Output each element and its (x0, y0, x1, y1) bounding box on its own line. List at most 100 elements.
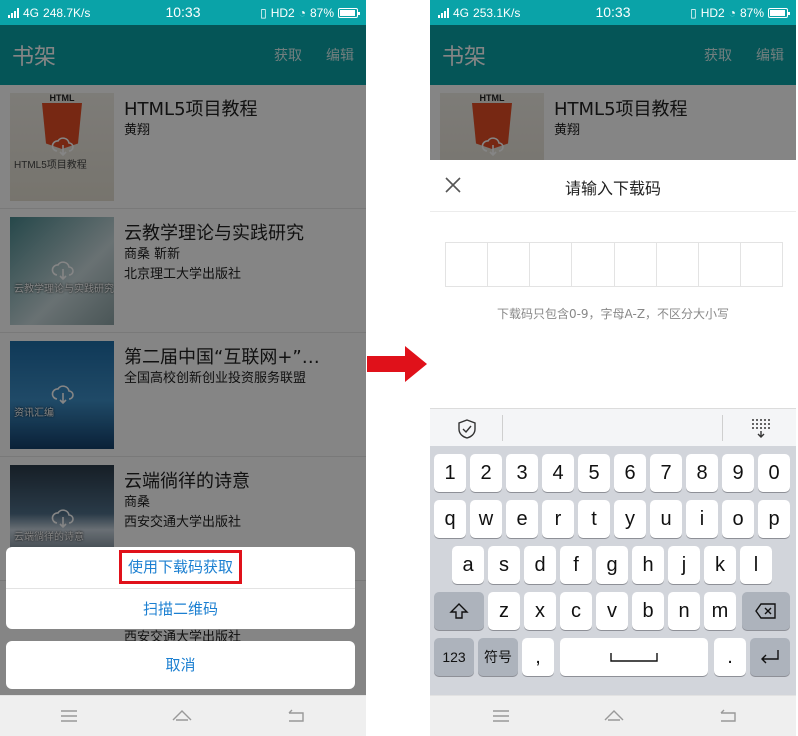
space-icon (610, 653, 658, 662)
shift-icon (449, 603, 469, 619)
cancel-button[interactable]: 取消 (6, 641, 355, 689)
key-c[interactable]: c (560, 592, 592, 630)
backspace-icon (755, 603, 776, 619)
key-p[interactable]: p (758, 500, 790, 538)
key-1[interactable]: 1 (434, 454, 466, 492)
toolbar-divider (722, 415, 723, 441)
code-box[interactable] (657, 243, 699, 286)
battery-icon (768, 8, 790, 18)
key-r[interactable]: r (542, 500, 574, 538)
key-5[interactable]: 5 (578, 454, 610, 492)
code-box[interactable] (446, 243, 489, 286)
dialog-header: 请输入下载码 (430, 160, 796, 212)
use-download-code-option[interactable]: 使用下载码获取 (6, 547, 355, 588)
key-0[interactable]: 0 (758, 454, 790, 492)
code-box[interactable] (741, 243, 782, 286)
code-input[interactable] (445, 242, 783, 287)
key-m[interactable]: m (704, 592, 736, 630)
vibrate-icon: ▯ (690, 6, 697, 20)
key-q[interactable]: q (434, 500, 466, 538)
key-3[interactable]: 3 (506, 454, 538, 492)
code-box[interactable] (572, 243, 615, 286)
key-w[interactable]: w (470, 500, 502, 538)
key-7[interactable]: 7 (650, 454, 682, 492)
key-z[interactable]: z (488, 592, 520, 630)
wifi-icon: ◔ (728, 6, 736, 20)
enter-icon (761, 650, 779, 664)
battery-percent: 87% (309, 6, 334, 20)
comma-key[interactable]: , (522, 638, 554, 676)
back-icon[interactable] (284, 706, 306, 726)
key-s[interactable]: s (488, 546, 520, 584)
symbols-mode-key[interactable]: 符号 (478, 638, 518, 676)
shift-key[interactable] (434, 592, 484, 630)
code-box[interactable] (530, 243, 573, 286)
key-h[interactable]: h (632, 546, 664, 584)
hd-indicator: HD2 (270, 6, 295, 20)
phone-screen-code-entry: 4G 253.1K/s 10:33 ▯ HD2 ◔ 87% 书架 获取 编辑 H… (430, 0, 796, 736)
key-k[interactable]: k (704, 546, 736, 584)
wifi-icon: ◔ (298, 6, 306, 20)
modal-backdrop[interactable] (430, 25, 796, 160)
system-nav-bar (430, 695, 796, 736)
key-l[interactable]: l (740, 546, 772, 584)
system-nav-bar (0, 695, 366, 736)
key-b[interactable]: b (632, 592, 664, 630)
key-n[interactable]: n (668, 592, 700, 630)
cancel-sheet: 取消 (6, 641, 355, 689)
key-y[interactable]: y (614, 500, 646, 538)
hd-indicator: HD2 (700, 6, 725, 20)
key-d[interactable]: d (524, 546, 556, 584)
key-e[interactable]: e (506, 500, 538, 538)
download-code-dialog: 请输入下载码 下载码只包含0-9，字母A-Z，不区分大小写 (430, 160, 796, 410)
key-i[interactable]: i (686, 500, 718, 538)
toolbar-divider (502, 415, 503, 441)
code-box[interactable] (615, 243, 657, 286)
arrow-right-icon (367, 346, 427, 382)
key-a[interactable]: a (452, 546, 484, 584)
key-t[interactable]: t (578, 500, 610, 538)
key-9[interactable]: 9 (722, 454, 754, 492)
use-download-code-label: 使用下载码获取 (127, 558, 233, 576)
battery-percent: 87% (739, 6, 764, 20)
vibrate-icon: ▯ (260, 6, 267, 20)
action-sheet: 使用下载码获取 扫描二维码 (6, 547, 355, 629)
dialog-title: 请输入下载码 (564, 179, 661, 198)
key-x[interactable]: x (524, 592, 556, 630)
enter-key[interactable] (750, 638, 790, 676)
home-icon[interactable] (603, 706, 625, 726)
code-box[interactable] (488, 243, 531, 286)
key-f[interactable]: f (560, 546, 592, 584)
home-icon[interactable] (171, 706, 193, 726)
back-icon[interactable] (716, 706, 738, 726)
key-g[interactable]: g (596, 546, 628, 584)
hide-keyboard-icon[interactable] (749, 417, 773, 439)
status-bar: 4G 253.1K/s 10:33 ▯ HD2 ◔ 87% (430, 0, 796, 25)
menu-icon[interactable] (490, 706, 512, 726)
keyboard-toolbar (430, 408, 796, 446)
scan-qr-label: 扫描二维码 (142, 600, 218, 618)
space-key[interactable] (560, 638, 708, 676)
scan-qr-option[interactable]: 扫描二维码 (6, 588, 355, 629)
secure-keyboard-icon[interactable] (457, 419, 477, 439)
key-v[interactable]: v (596, 592, 628, 630)
period-key[interactable]: . (714, 638, 746, 676)
key-u[interactable]: u (650, 500, 682, 538)
cancel-label: 取消 (165, 656, 196, 674)
status-bar: 4G 248.7K/s 10:33 ▯ HD2 ◔ 87% (0, 0, 366, 25)
numbers-mode-key[interactable]: 123 (434, 638, 474, 676)
key-2[interactable]: 2 (470, 454, 502, 492)
menu-icon[interactable] (58, 706, 80, 726)
key-8[interactable]: 8 (686, 454, 718, 492)
keyboard: 1 2 3 4 5 6 7 8 9 0 q w e r t y u i o p … (430, 446, 796, 695)
key-o[interactable]: o (722, 500, 754, 538)
key-j[interactable]: j (668, 546, 700, 584)
key-4[interactable]: 4 (542, 454, 574, 492)
highlight-box: 使用下载码获取 (118, 550, 242, 584)
code-hint: 下载码只包含0-9，字母A-Z，不区分大小写 (496, 307, 730, 321)
backspace-key[interactable] (742, 592, 790, 630)
key-6[interactable]: 6 (614, 454, 646, 492)
phone-screen-bookshelf: 4G 248.7K/s 10:33 ▯ HD2 ◔ 87% 书架 获取 编辑 H… (0, 0, 366, 736)
code-box[interactable] (699, 243, 741, 286)
battery-icon (338, 8, 360, 18)
